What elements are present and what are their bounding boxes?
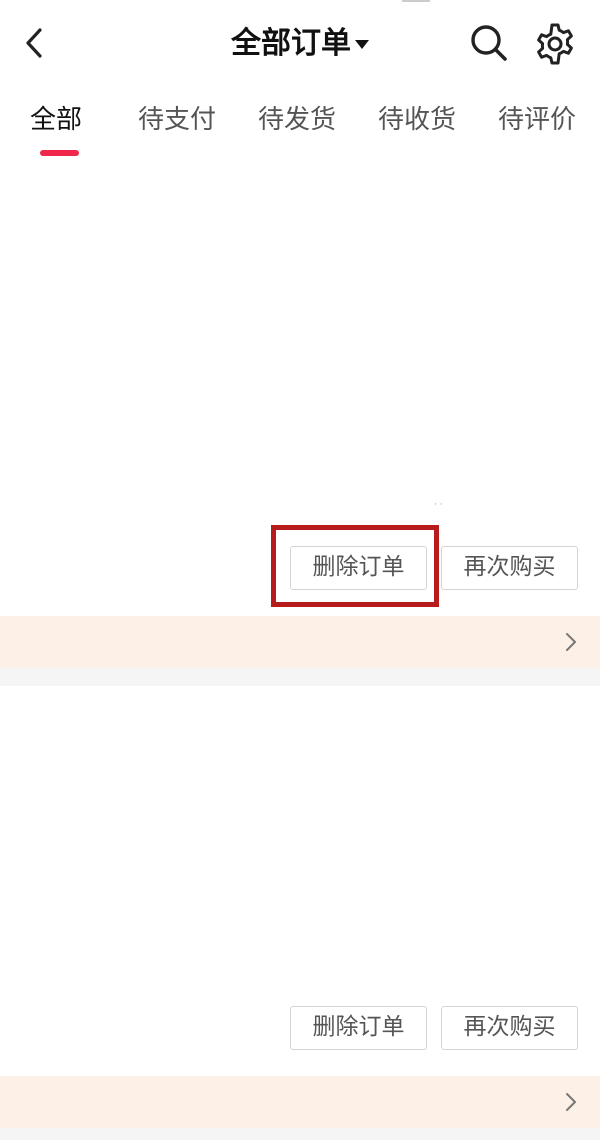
buy-again-button[interactable]: 再次购买 <box>441 546 578 590</box>
tab-pending-review[interactable]: 待评价 <box>498 96 576 144</box>
card-separator <box>0 668 600 686</box>
tab-pending-payment[interactable]: 待支付 <box>138 96 216 144</box>
search-button[interactable] <box>468 22 510 64</box>
header: 全部订单 <box>0 0 600 88</box>
chevron-right-icon <box>566 633 576 651</box>
active-tab-indicator <box>40 150 79 156</box>
card-separator <box>0 1128 600 1140</box>
tab-all[interactable]: 全部 <box>30 96 82 144</box>
order-promo-bar[interactable] <box>0 616 600 668</box>
settings-button[interactable] <box>533 22 577 66</box>
order-status-tabs: 全部 待支付 待发货 待收货 待评价 <box>0 96 600 166</box>
tab-pending-receipt[interactable]: 待收货 <box>378 96 456 144</box>
buy-again-button[interactable]: 再次购买 <box>441 1006 578 1050</box>
tab-pending-shipment[interactable]: 待发货 <box>258 96 336 144</box>
order-list-page: 全部订单 全部 待支付 待发货 待收货 待评价 · · 删除订单 再次购买 删除… <box>0 0 600 1140</box>
highlight-annotation-box <box>271 525 439 607</box>
chevron-right-icon <box>566 1093 576 1111</box>
title-dropdown[interactable]: 全部订单 <box>0 22 600 66</box>
search-icon <box>471 25 507 61</box>
delete-order-button[interactable]: 删除订单 <box>290 1006 427 1050</box>
gear-icon <box>537 23 573 65</box>
caret-down-icon <box>355 39 369 49</box>
order-promo-bar[interactable] <box>0 1076 600 1128</box>
page-title: 全部订单 <box>231 26 351 61</box>
faint-text-fragment: · · <box>434 500 443 510</box>
